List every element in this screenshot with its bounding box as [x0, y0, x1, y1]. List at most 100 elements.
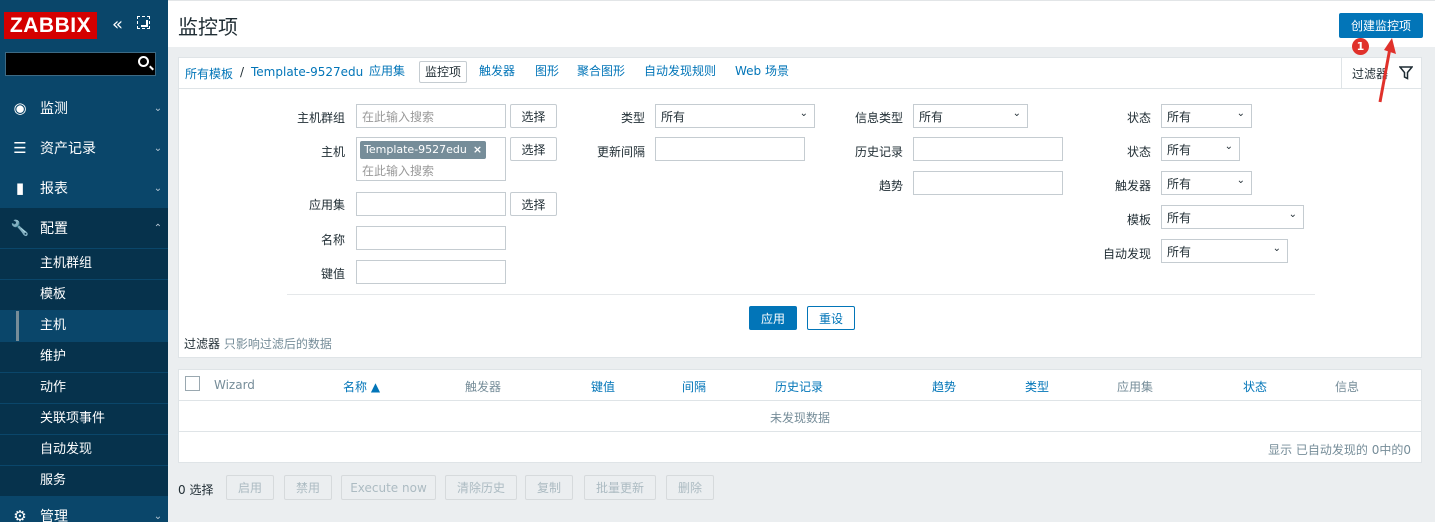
history-input[interactable] [913, 137, 1063, 161]
tab-discovery-rules[interactable]: 自动发现规则 [639, 61, 721, 83]
row-rule [179, 431, 1421, 432]
clear-history-button[interactable]: 清除历史 [445, 475, 517, 500]
column-history[interactable]: 历史记录 [775, 378, 823, 395]
sidebar: ZABBIX « ◉ 监测 ⌄ ☰ 资产记录 ⌄ ▮ 报表 ⌄ 🔧 配置 ⌃ 主… [0, 0, 168, 522]
type-value: 所有 [661, 110, 686, 124]
delete-button[interactable]: 删除 [666, 475, 714, 500]
submenu-item-host-groups[interactable]: 主机群组 [0, 248, 168, 279]
filter-separator [287, 294, 1315, 295]
breadcrumb-all-templates[interactable]: 所有模板 [185, 65, 233, 82]
wrench-icon: 🔧 [10, 219, 30, 237]
header-rule [179, 400, 1421, 401]
select-all-checkbox[interactable] [185, 376, 200, 391]
submenu-item-actions[interactable]: 动作 [0, 372, 168, 403]
trends-input[interactable] [913, 171, 1063, 195]
column-interval[interactable]: 间隔 [682, 378, 706, 395]
status-label: 状态 [1126, 145, 1151, 159]
host-label: 主机 [320, 145, 345, 159]
key-input[interactable] [356, 260, 506, 284]
application-input[interactable] [356, 192, 506, 216]
enable-button[interactable]: 启用 [226, 475, 274, 500]
list-icon: ☰ [13, 139, 27, 157]
submenu-item-services[interactable]: 服务 [0, 465, 168, 496]
empty-table-message: 未发现数据 [769, 411, 830, 425]
discovery-value: 所有 [1167, 245, 1192, 259]
triggers-select[interactable]: 所有 ⌄ [1161, 171, 1252, 195]
column-trends[interactable]: 趋势 [932, 378, 956, 395]
chevron-down-icon: ⌄ [1236, 175, 1245, 186]
name-input[interactable] [356, 226, 506, 250]
execute-now-button[interactable]: Execute now [341, 475, 436, 500]
chevron-down-icon: ⌄ [153, 142, 163, 154]
host-group-select-button[interactable]: 选择 [510, 104, 557, 128]
disable-button[interactable]: 禁用 [284, 475, 332, 500]
host-group-input[interactable]: 在此输入搜索 [356, 104, 506, 128]
apply-button[interactable]: 应用 [749, 306, 797, 330]
submenu-item-hosts[interactable]: 主机 [0, 310, 168, 342]
bar-chart-icon: ▮ [15, 179, 25, 197]
tab-applications[interactable]: 应用集 [364, 61, 410, 83]
zabbix-logo[interactable]: ZABBIX [4, 12, 97, 39]
submenu-item-maintenance[interactable]: 维护 [0, 341, 168, 372]
discovery-label: 自动发现 [1102, 247, 1151, 261]
menu-item-label: 资产记录 [40, 141, 96, 157]
tab-items[interactable]: 监控项 [419, 61, 468, 83]
column-key[interactable]: 键值 [591, 378, 615, 395]
template-select[interactable]: 所有 ⌄ [1161, 205, 1304, 229]
submenu-item-discovery[interactable]: 自动发现 [0, 434, 168, 465]
host-tag-label: Template-9527edu [364, 143, 467, 156]
copy-button[interactable]: 复制 [525, 475, 573, 500]
status-value: 所有 [1167, 143, 1192, 157]
state-select[interactable]: 所有 ⌄ [1161, 104, 1252, 128]
reset-button[interactable]: 重设 [807, 306, 855, 330]
column-status[interactable]: 状态 [1243, 378, 1267, 395]
status-select[interactable]: 所有 ⌄ [1161, 137, 1240, 161]
application-select-button[interactable]: 选择 [510, 192, 557, 216]
key-label: 键值 [320, 267, 345, 281]
menu-item-label: 配置 [40, 221, 68, 237]
host-select-button[interactable]: 选择 [510, 137, 557, 161]
chevron-down-icon: ⌄ [799, 108, 808, 119]
host-multiselect[interactable]: Template-9527edu × 在此输入搜索 [356, 137, 506, 181]
table-stats: 显示 已自动发现的 0中的0 [1268, 443, 1411, 457]
type-select[interactable]: 所有 ⌄ [655, 104, 815, 128]
name-label: 名称 [320, 233, 345, 247]
column-info: 信息 [1335, 380, 1360, 394]
breadcrumb-template[interactable]: Template-9527edu [251, 65, 363, 79]
chevron-down-icon: ⌄ [1272, 243, 1281, 254]
submenu-item-event-correlation[interactable]: 关联项事件 [0, 403, 168, 434]
breadcrumb-separator: / [240, 65, 245, 79]
collapse-sidebar-icon[interactable]: « [112, 14, 123, 35]
column-triggers: 触发器 [465, 380, 502, 394]
template-navigation: 所有模板 / Template-9527edu 应用集 监控项 触发器 图形 聚… [178, 57, 1422, 90]
kiosk-mode-icon[interactable] [137, 16, 150, 29]
host-tag[interactable]: Template-9527edu × [360, 141, 487, 159]
tab-web-scenarios[interactable]: Web 场景 [730, 61, 794, 83]
search-icon[interactable] [138, 56, 149, 67]
sidebar-search-input[interactable] [5, 52, 156, 76]
menu-item-configuration[interactable]: 🔧 配置 ⌃ [0, 208, 168, 248]
submenu-item-templates[interactable]: 模板 [0, 279, 168, 310]
filter-note-text: 只影响过滤后的数据 [223, 337, 332, 351]
update-interval-input[interactable] [655, 137, 805, 161]
mass-update-button[interactable]: 批量更新 [584, 475, 656, 500]
column-applications: 应用集 [1117, 380, 1154, 394]
discovery-select[interactable]: 所有 ⌄ [1161, 239, 1288, 263]
menu-item-label: 管理 [40, 509, 68, 522]
info-type-select[interactable]: 所有 ⌄ [913, 104, 1028, 128]
menu-item-label: 监测 [40, 101, 68, 117]
remove-tag-icon[interactable]: × [473, 143, 482, 156]
column-name[interactable]: 名称 ▲ [343, 378, 380, 395]
tab-screens[interactable]: 聚合图形 [572, 61, 630, 83]
chevron-down-icon: ⌄ [153, 510, 163, 522]
filter-panel: 主机群组 在此输入搜索 选择 主机 Template-9527edu × 在此输入… [178, 88, 1422, 358]
host-placeholder: 在此输入搜索 [362, 164, 435, 178]
menu-item-inventory[interactable]: ☰ 资产记录 ⌄ [0, 128, 168, 168]
tab-triggers[interactable]: 触发器 [474, 61, 520, 83]
host-group-label: 主机群组 [296, 111, 345, 125]
menu-item-administration[interactable]: ⚙ 管理 ⌄ [0, 496, 168, 522]
column-type[interactable]: 类型 [1025, 378, 1049, 395]
menu-item-reports[interactable]: ▮ 报表 ⌄ [0, 168, 168, 208]
menu-item-monitoring[interactable]: ◉ 监测 ⌄ [0, 88, 168, 128]
tab-graphs[interactable]: 图形 [530, 61, 564, 83]
